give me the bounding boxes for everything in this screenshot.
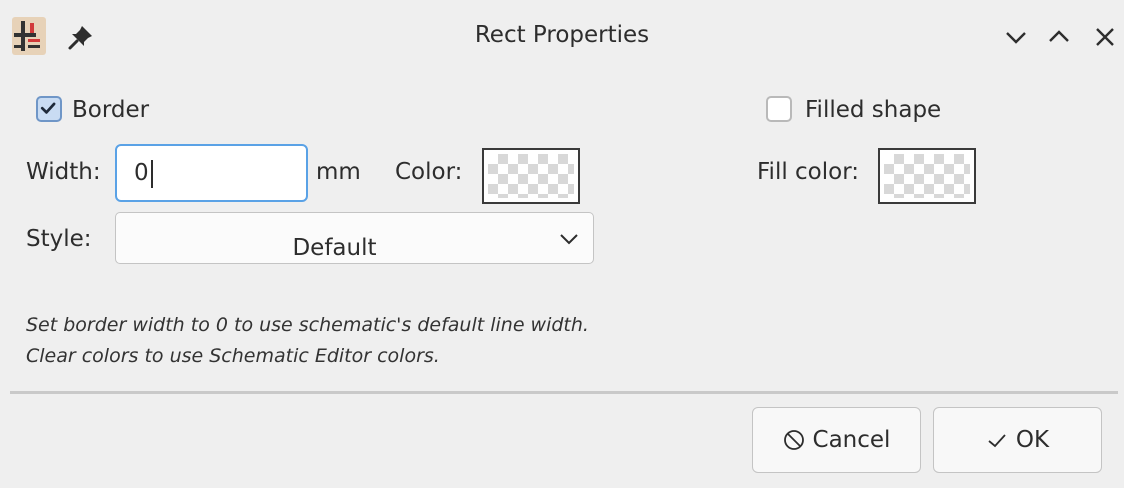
- border-label[interactable]: Border: [72, 97, 149, 123]
- cancel-button-label: Cancel: [812, 427, 891, 453]
- filled-shape-label[interactable]: Filled shape: [805, 97, 941, 123]
- width-unit-label: mm: [316, 159, 361, 185]
- cancel-icon: [783, 430, 804, 450]
- border-color-swatch[interactable]: [482, 148, 580, 204]
- color-label: Color:: [395, 159, 463, 185]
- style-dropdown-value: Default: [292, 235, 377, 261]
- transparent-checker: [884, 154, 970, 198]
- width-label: Width:: [26, 159, 101, 185]
- border-checkbox[interactable]: [36, 96, 62, 122]
- cancel-button[interactable]: Cancel: [752, 407, 921, 473]
- title-bar: Rect Properties: [0, 0, 1124, 76]
- window-title: Rect Properties: [474, 22, 650, 48]
- text-caret: [150, 159, 153, 188]
- chevron-up-icon[interactable]: [1044, 22, 1074, 52]
- width-input[interactable]: 0: [115, 144, 308, 202]
- close-icon[interactable]: [1090, 22, 1120, 52]
- filled-shape-checkbox[interactable]: [766, 96, 792, 122]
- hint-clear-colors: Clear colors to use Schematic Editor col…: [26, 345, 440, 367]
- ok-button-label: OK: [1015, 427, 1050, 453]
- fill-color-label: Fill color:: [757, 159, 860, 185]
- fill-color-swatch[interactable]: [878, 148, 976, 204]
- transparent-checker: [488, 154, 574, 198]
- style-label: Style:: [26, 226, 92, 252]
- checkmark-icon: [988, 434, 1006, 448]
- ok-button[interactable]: OK: [933, 407, 1102, 473]
- chevron-down-icon: [560, 234, 578, 245]
- style-dropdown[interactable]: Default: [115, 212, 594, 264]
- width-value: 0: [134, 160, 149, 186]
- chevron-down-icon[interactable]: [1001, 22, 1031, 52]
- hint-border-width: Set border width to 0 to use schematic's…: [26, 314, 589, 336]
- separator: [10, 391, 1118, 394]
- checkmark-icon: [40, 102, 56, 114]
